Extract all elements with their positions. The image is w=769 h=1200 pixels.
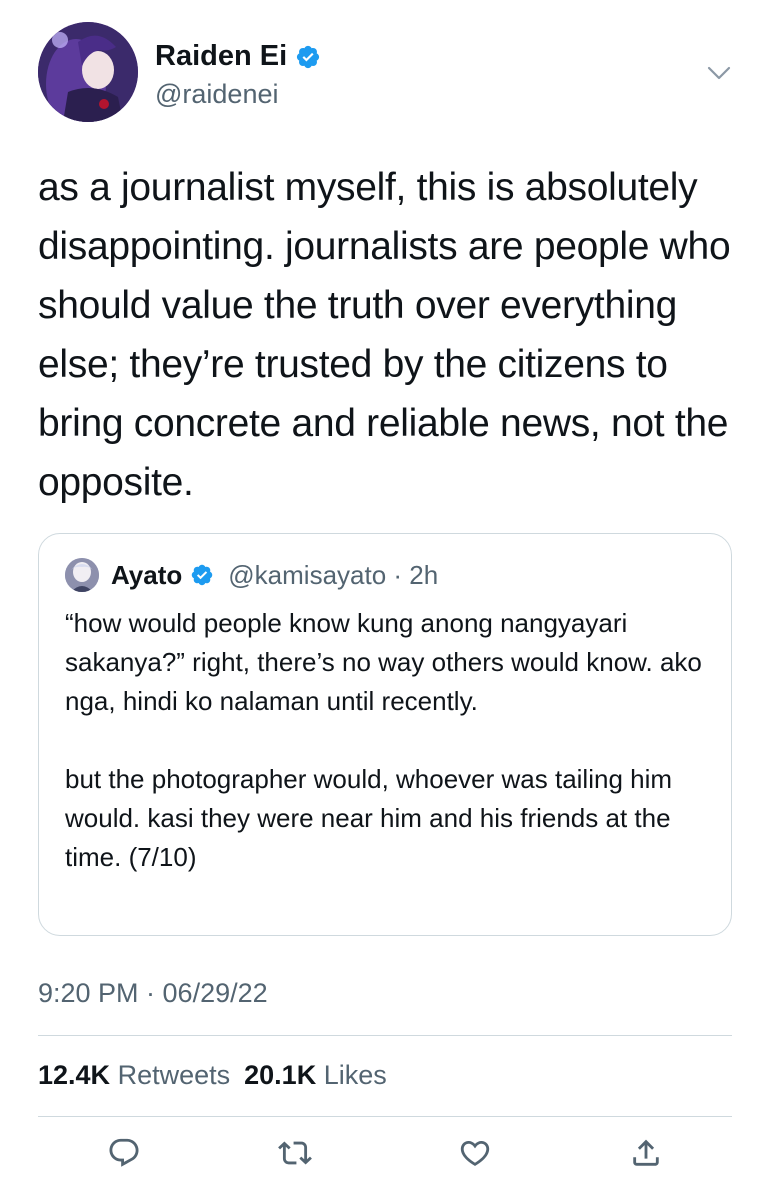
likes-stat[interactable]: 20.1K Likes [244,1060,387,1090]
retweet-button[interactable] [275,1133,315,1177]
author-name[interactable]: Raiden Ei [155,40,287,73]
like-button[interactable] [455,1133,495,1177]
author-avatar[interactable] [38,22,138,122]
tweet-timestamp[interactable]: 9:20 PM · 06/29/22 [38,978,268,1009]
divider [38,1116,732,1117]
quoted-tweet[interactable]: Ayato @kamisayato · 2h “how would people… [38,533,732,936]
quoted-tweet-header: Ayato @kamisayato · 2h [65,558,438,592]
likes-count: 20.1K [244,1060,317,1090]
reply-icon [107,1136,141,1175]
retweets-stat[interactable]: 12.4K Retweets [38,1060,230,1090]
tweet-text: as a journalist myself, this is absolute… [38,166,731,504]
chevron-down-icon[interactable] [704,58,734,88]
quoted-author-name: Ayato [111,559,183,590]
author-name-row: Raiden Ei [155,40,321,73]
divider [38,1035,732,1036]
verified-badge-icon [295,44,321,70]
quoted-author-handle: @kamisayato · 2h [228,559,439,590]
retweets-label: Retweets [117,1060,231,1090]
author-handle[interactable]: @raidenei [155,79,278,110]
retweets-count: 12.4K [38,1060,111,1090]
heart-icon [458,1136,492,1175]
likes-label: Likes [323,1060,387,1090]
reply-button[interactable] [104,1133,144,1177]
quoted-author-avatar [65,558,99,592]
action-bar [0,1133,769,1185]
verified-badge-icon [190,563,214,587]
engagement-stats: 12.4K Retweets 20.1K Likes [38,1060,387,1091]
share-icon [629,1136,663,1175]
share-button[interactable] [626,1133,666,1177]
retweet-icon [278,1136,312,1175]
tweet-detail: Raiden Ei @raidenei as a journalist myse… [0,0,769,1200]
quoted-tweet-text: “how would people know kung anong nangya… [65,608,702,872]
